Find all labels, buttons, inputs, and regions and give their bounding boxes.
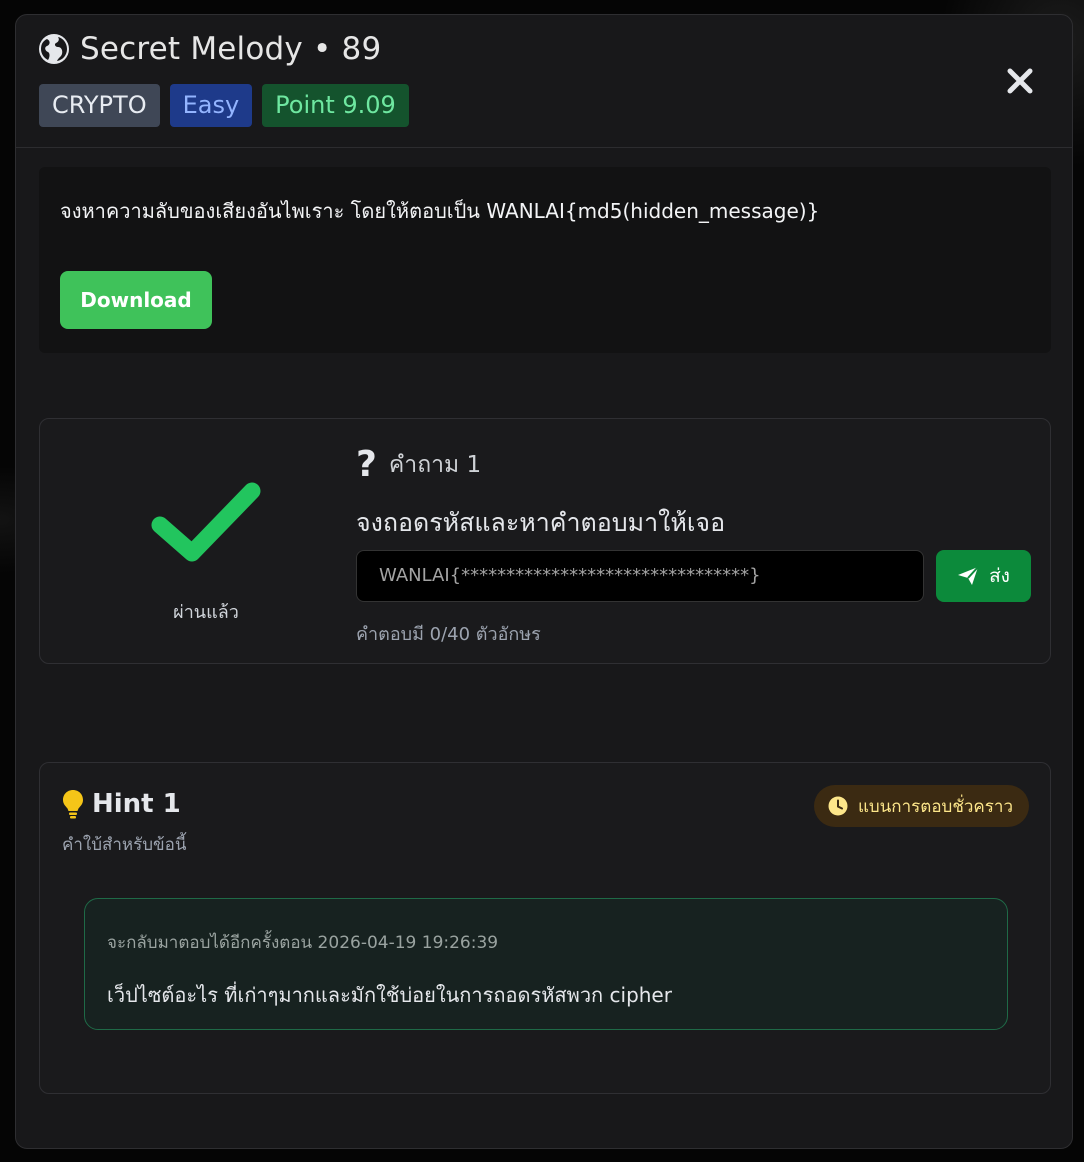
send-icon xyxy=(958,566,979,585)
answer-input[interactable]: WANLAI{********************************} xyxy=(356,550,924,602)
question-text: จงถอดรหัสและหาคำตอบมาให้เจอ xyxy=(356,508,726,537)
category-badge: CRYPTO xyxy=(39,84,160,127)
hint-content-box: จะกลับมาตอบได้อีกครั้งตอน 2026-04-19 19:… xyxy=(84,898,1008,1030)
temporary-ban-badge: แบนการตอบชั่วคราว xyxy=(813,785,1029,827)
question-header: ? คำถาม 1 xyxy=(356,447,481,483)
download-button[interactable]: Download xyxy=(60,271,212,329)
modal-header: Secret Melody • 89 CRYPTO Easy Point 9.0… xyxy=(16,15,1072,148)
close-icon[interactable] xyxy=(1004,65,1036,97)
difficulty-badge: Easy xyxy=(169,84,253,127)
check-icon xyxy=(151,482,261,562)
title-row: Secret Melody • 89 xyxy=(38,31,381,67)
hint-header: Hint 1 xyxy=(62,789,181,819)
send-label: ส่ง xyxy=(989,565,1010,587)
temporary-ban-label: แบนการตอบชั่วคราว xyxy=(857,796,1013,817)
lightbulb-icon xyxy=(63,790,83,819)
send-button[interactable]: ส่ง xyxy=(936,550,1031,602)
retry-time-text: จะกลับมาตอบได้อีกครั้งตอน 2026-04-19 19:… xyxy=(107,933,499,953)
challenge-title: Secret Melody • 89 xyxy=(80,31,382,67)
description-panel: จงหาความลับของเสียงอันไพเราะ โดยให้ตอบเป… xyxy=(39,167,1051,353)
clock-icon xyxy=(828,796,848,816)
question-card: ผ่านแล้ว ? คำถาม 1 จงถอดรหัสและหาคำตอบมา… xyxy=(39,418,1051,664)
question-label: คำถาม 1 xyxy=(388,452,482,478)
question-icon: ? xyxy=(356,444,377,485)
hint-text: เว็ปไซต์อะไร ที่เก่าๆมากและมักใช้บ่อยในก… xyxy=(107,983,672,1007)
globe-icon xyxy=(39,34,69,64)
badge-row: CRYPTO Easy Point 9.09 xyxy=(39,84,409,127)
solved-status: ผ่านแล้ว xyxy=(173,602,239,623)
hint-title: Hint 1 xyxy=(92,789,181,819)
challenge-modal: Secret Melody • 89 CRYPTO Easy Point 9.0… xyxy=(15,14,1073,1149)
hint-subtitle: คำใบ้สำหรับข้อนี้ xyxy=(62,835,187,855)
points-badge: Point 9.09 xyxy=(262,84,409,127)
hint-card: Hint 1 คำใบ้สำหรับข้อนี้ แบนการตอบชั่วคร… xyxy=(39,762,1051,1094)
challenge-description: จงหาความลับของเสียงอันไพเราะ โดยให้ตอบเป… xyxy=(60,199,820,223)
answer-char-count: คำตอบมี 0/40 ตัวอักษร xyxy=(356,624,541,645)
